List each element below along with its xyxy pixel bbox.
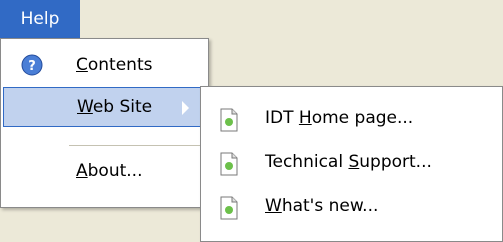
menu-item-web-site-label: Web Site <box>77 97 153 117</box>
website-submenu: IDT Home page... Technical Support... Wh… <box>200 86 503 242</box>
document-icon <box>220 152 238 176</box>
document-icon <box>220 196 238 220</box>
submenu-item-whats-new[interactable]: What's new... <box>201 185 502 229</box>
menu-item-web-site[interactable]: Web Site <box>3 87 206 127</box>
menu-item-about-label: About... <box>76 161 143 181</box>
help-circle-icon: ? <box>21 54 43 76</box>
menu-help-label: Help <box>20 9 60 29</box>
submenu-arrow-icon <box>182 101 189 115</box>
document-icon <box>220 108 238 132</box>
menu-item-contents[interactable]: ? Contents <box>3 45 206 85</box>
menu-separator <box>69 145 204 146</box>
submenu-item-technical-support-label: Technical Support... <box>265 152 432 172</box>
help-menu: ? Contents Web Site About... <box>0 38 209 208</box>
submenu-item-technical-support[interactable]: Technical Support... <box>201 141 502 185</box>
submenu-item-whats-new-label: What's new... <box>265 196 379 216</box>
submenu-item-home-page[interactable]: IDT Home page... <box>201 97 502 141</box>
menu-help[interactable]: Help <box>0 0 80 38</box>
svg-text:?: ? <box>28 59 36 74</box>
menu-item-about[interactable]: About... <box>3 151 206 191</box>
menu-bar: Help <box>0 0 503 38</box>
menu-item-contents-label: Contents <box>76 55 153 75</box>
submenu-item-home-page-label: IDT Home page... <box>265 108 414 128</box>
